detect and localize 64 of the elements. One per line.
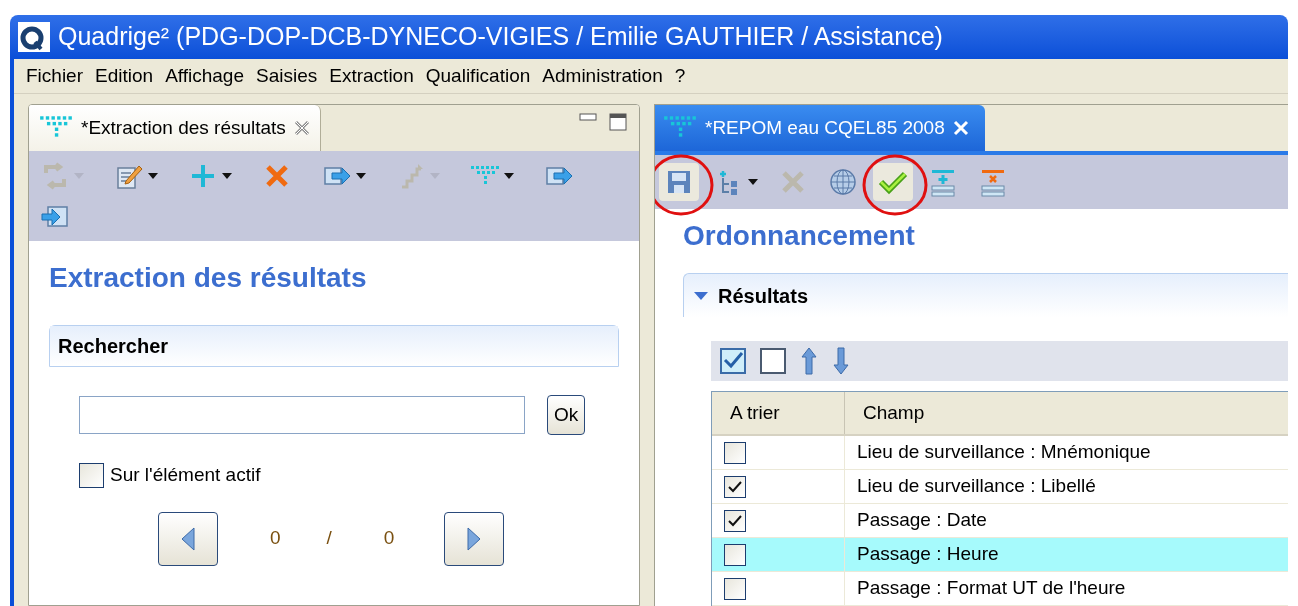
checkmark-icon <box>728 480 742 493</box>
remove-row-icon <box>978 167 1008 197</box>
menu-item[interactable]: Qualification <box>421 61 535 91</box>
checkbox[interactable] <box>79 462 104 488</box>
checkbox[interactable] <box>724 509 746 532</box>
menu-item[interactable]: Administration <box>538 61 667 91</box>
uncheck-all-icon[interactable] <box>759 347 787 375</box>
checkbox[interactable] <box>724 475 746 498</box>
checkbox-label: Sur l'élément actif <box>110 463 261 487</box>
menu-item[interactable]: Affichage <box>161 61 248 91</box>
table-row[interactable]: Passage : Date <box>712 504 1288 538</box>
arrow-up-icon[interactable] <box>799 346 819 376</box>
page-separator: / <box>326 526 332 551</box>
caret-icon <box>222 173 232 179</box>
menu-item[interactable]: Extraction <box>325 61 418 91</box>
toolbar-button[interactable] <box>873 163 913 201</box>
next-button[interactable] <box>444 511 505 566</box>
table-cell-text: Passage : Format UT de l'heure <box>856 576 1127 601</box>
table-row[interactable]: Lieu de surveillance : Mnémonique <box>712 436 1288 470</box>
annotation-circle <box>861 153 929 217</box>
editor-heading: Ordonnancement <box>683 219 916 253</box>
page-total: 0 <box>383 526 395 551</box>
triangle-left-icon <box>181 526 195 551</box>
editor-tab[interactable]: *REPOM eau CQEL85 2008 <box>655 105 985 151</box>
column-header[interactable]: Champ <box>845 392 1288 434</box>
ok-button[interactable]: Ok <box>547 395 586 435</box>
table-row[interactable]: Passage : Heure <box>712 538 1288 572</box>
caret-icon <box>148 173 158 179</box>
table-cell-text: Lieu de surveillance : Libellé <box>856 474 1097 499</box>
check-all-icon[interactable] <box>719 347 747 375</box>
search-field[interactable] <box>79 396 525 434</box>
table-row[interactable]: Passage : Format UT de l'heure <box>712 572 1288 606</box>
window-title: Quadrige² (PDG-DOP-DCB-DYNECO-VIGIES / Emilie GAUTHIER / Assistance) <box>58 21 943 53</box>
section-header[interactable]: Résultats <box>683 273 1288 317</box>
app-logo-icon <box>18 22 50 52</box>
table-cell-text: Passage : Heure <box>856 542 1000 567</box>
checkbox[interactable] <box>724 543 746 566</box>
expand-triangle-icon <box>694 290 708 301</box>
arrow-down-icon[interactable] <box>831 346 851 376</box>
toolbar-button[interactable] <box>659 163 699 201</box>
maximize-icon[interactable] <box>609 113 627 131</box>
table-cell-text: Passage : Date <box>856 508 988 533</box>
add-row-icon <box>928 167 958 197</box>
minimize-icon[interactable] <box>579 113 597 123</box>
previous-button[interactable] <box>158 511 218 566</box>
table-row[interactable]: Lieu de surveillance : Libellé <box>712 470 1288 504</box>
table-cell-text: Lieu de surveillance : Mnémonique <box>856 440 1152 465</box>
view-tab[interactable]: *Extraction des résultats <box>29 105 321 151</box>
caret-icon <box>748 179 758 185</box>
checkmark-icon <box>728 514 742 527</box>
column-header[interactable]: A trier <box>712 392 845 434</box>
menu-item[interactable]: Saisies <box>252 61 322 91</box>
menu-item[interactable]: Fichier <box>22 61 87 91</box>
globe-icon <box>828 167 858 197</box>
caret-icon <box>504 173 514 179</box>
page-current: 0 <box>270 526 281 551</box>
triangle-right-icon <box>467 526 482 551</box>
caret-icon <box>356 173 366 179</box>
menu-item[interactable]: Edition <box>91 61 158 91</box>
checkbox[interactable] <box>724 441 746 464</box>
close-icon[interactable] <box>293 120 310 136</box>
view-heading: Extraction des résultats <box>49 261 368 295</box>
menu-item[interactable]: ? <box>670 61 690 91</box>
checkbox[interactable] <box>724 577 746 600</box>
